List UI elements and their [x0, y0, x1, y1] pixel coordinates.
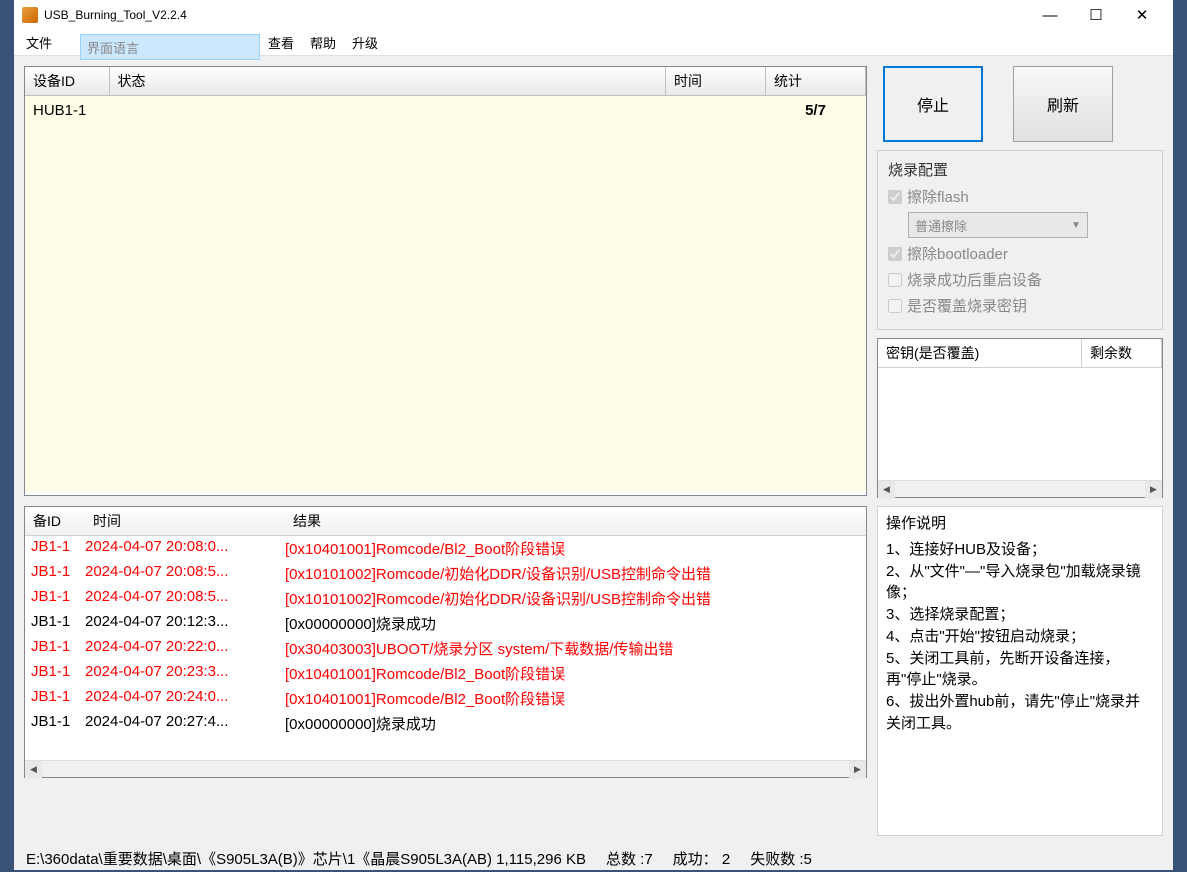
- log-row[interactable]: JB1-12024-04-07 20:12:3...[0x00000000]烧录…: [25, 611, 866, 636]
- minimize-button[interactable]: —: [1027, 0, 1073, 30]
- burn-config-group: 烧录配置 擦除flash 普通擦除▼ 擦除bootloader 烧录成功后重启设…: [877, 150, 1163, 330]
- erase-bootloader-checkbox[interactable]: [888, 247, 902, 261]
- log-row[interactable]: JB1-12024-04-07 20:24:0...[0x10401001]Ro…: [25, 686, 866, 711]
- instruction-line: 5、关闭工具前，先断开设备连接，再"停止"烧录。: [886, 648, 1154, 692]
- log-table: 备ID 时间 结果 JB1-12024-04-07 20:08:0...[0x1…: [24, 506, 867, 778]
- key-col-1[interactable]: 密钥(是否覆盖): [878, 339, 1082, 367]
- log-row[interactable]: JB1-12024-04-07 20:23:3...[0x10401001]Ro…: [25, 661, 866, 686]
- log-row[interactable]: JB1-12024-04-07 20:27:4...[0x00000000]烧录…: [25, 711, 866, 736]
- app-icon: [22, 7, 38, 23]
- chevron-down-icon: ▼: [1071, 220, 1081, 231]
- instruction-line: 6、拔出外置hub前，请先"停止"烧录并关闭工具。: [886, 691, 1154, 735]
- status-fail: 失败数 :5: [740, 848, 822, 869]
- log-row[interactable]: JB1-12024-04-07 20:08:5...[0x10101002]Ro…: [25, 586, 866, 611]
- erase-mode-select[interactable]: 普通擦除▼: [908, 212, 1088, 238]
- log-row[interactable]: JB1-12024-04-07 20:08:5...[0x10101002]Ro…: [25, 561, 866, 586]
- window-title: USB_Burning_Tool_V2.2.4: [44, 8, 1027, 22]
- statusbar: E:\360data\重要数据\桌面\《S905L3A(B)》芯片\1《晶晨S9…: [14, 846, 1173, 870]
- status-total: 总数 :7: [596, 848, 663, 869]
- instruction-line: 1、连接好HUB及设备；: [886, 539, 1154, 561]
- col-time[interactable]: 时间: [666, 67, 766, 96]
- status-path: E:\360data\重要数据\桌面\《S905L3A(B)》芯片\1《晶晨S9…: [16, 848, 596, 869]
- device-table: 设备ID 状态 时间 统计 HUB1-1 5/7: [24, 66, 867, 496]
- menu-help[interactable]: 帮助: [302, 30, 344, 55]
- key-table: 密钥(是否覆盖) 剩余数 ◀ ▶: [877, 338, 1163, 498]
- menu-upgrade[interactable]: 升级: [344, 30, 386, 55]
- instruction-line: 3、选择烧录配置；: [886, 604, 1154, 626]
- reboot-checkbox[interactable]: [888, 273, 902, 287]
- menu-view[interactable]: 查看: [260, 30, 302, 55]
- col-status[interactable]: 状态: [109, 67, 666, 96]
- scroll-right-icon[interactable]: ▶: [849, 761, 866, 778]
- config-title: 烧录配置: [888, 159, 1152, 180]
- menubar: 文件 界面语言 查看 帮助 升级: [14, 30, 1173, 56]
- left-panel: 设备ID 状态 时间 统计 HUB1-1 5/7: [24, 66, 867, 836]
- erase-flash-checkbox[interactable]: [888, 190, 902, 204]
- scroll-left-icon[interactable]: ◀: [25, 761, 42, 778]
- maximize-button[interactable]: ☐: [1073, 0, 1119, 30]
- instructions-title: 操作说明: [886, 513, 1154, 535]
- overwrite-key-checkbox[interactable]: [888, 299, 902, 313]
- stop-button[interactable]: 停止: [883, 66, 983, 142]
- titlebar[interactable]: USB_Burning_Tool_V2.2.4 — ☐ ✕: [14, 0, 1173, 30]
- col-stat[interactable]: 统计: [766, 67, 866, 96]
- main-window: USB_Burning_Tool_V2.2.4 — ☐ ✕ 文件 界面语言 查看…: [14, 0, 1173, 870]
- log-col-time[interactable]: 时间: [85, 507, 285, 535]
- refresh-button[interactable]: 刷新: [1013, 66, 1113, 142]
- key-scrollbar[interactable]: ◀ ▶: [878, 480, 1162, 497]
- right-panel: 停止 刷新 烧录配置 擦除flash 普通擦除▼ 擦除bootloader 烧录…: [877, 66, 1163, 836]
- instruction-line: 2、从"文件"—"导入烧录包"加载烧录镜像；: [886, 561, 1154, 605]
- instructions-panel: 操作说明 1、连接好HUB及设备；2、从"文件"—"导入烧录包"加载烧录镜像；3…: [877, 506, 1163, 836]
- log-col-result[interactable]: 结果: [285, 507, 866, 535]
- menu-file[interactable]: 文件: [18, 30, 60, 55]
- key-col-2[interactable]: 剩余数: [1082, 339, 1162, 367]
- close-button[interactable]: ✕: [1119, 0, 1165, 30]
- device-row[interactable]: HUB1-1 5/7: [25, 96, 866, 125]
- log-col-id[interactable]: 备ID: [25, 507, 85, 535]
- instruction-line: 4、点击"开始"按钮启动烧录；: [886, 626, 1154, 648]
- status-success: 成功： 2: [663, 848, 741, 869]
- content-area: 设备ID 状态 时间 统计 HUB1-1 5/7: [14, 56, 1173, 846]
- scroll-left-icon[interactable]: ◀: [878, 481, 895, 498]
- log-scrollbar[interactable]: ◀ ▶: [25, 760, 866, 777]
- log-row[interactable]: JB1-12024-04-07 20:22:0...[0x30403003]UB…: [25, 636, 866, 661]
- log-row[interactable]: JB1-12024-04-07 20:08:0...[0x10401001]Ro…: [25, 536, 866, 561]
- col-device-id[interactable]: 设备ID: [25, 67, 109, 96]
- scroll-right-icon[interactable]: ▶: [1145, 481, 1162, 498]
